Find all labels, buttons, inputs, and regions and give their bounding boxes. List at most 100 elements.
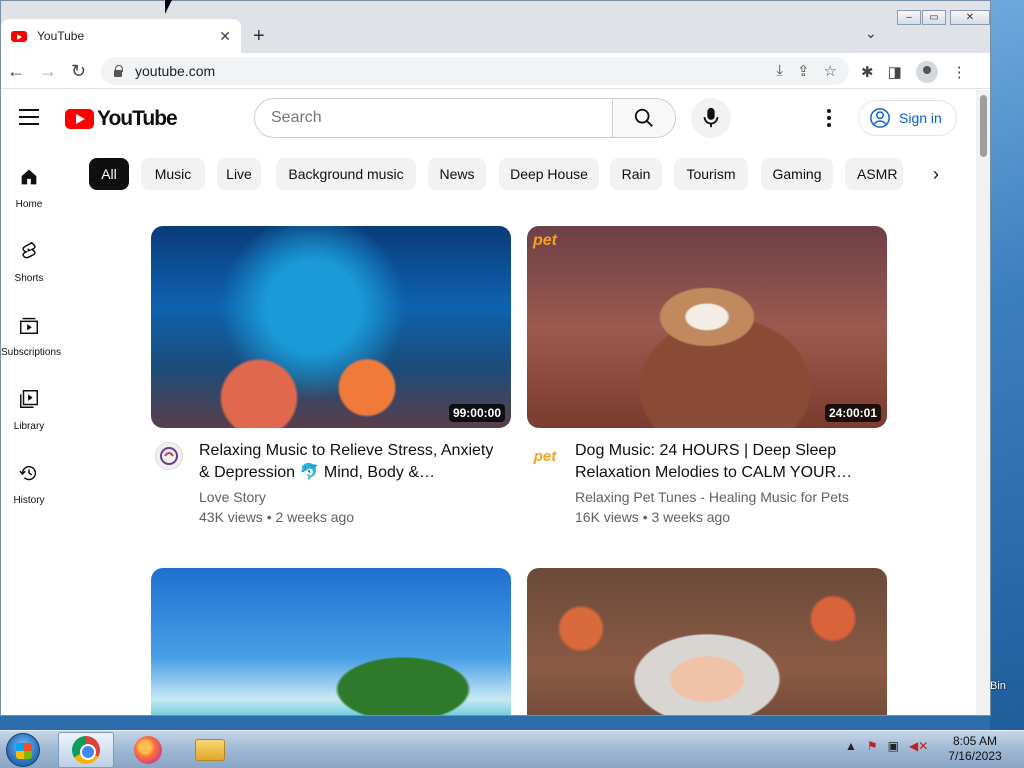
profile-avatar-icon[interactable] [915,61,938,83]
video-title[interactable]: Dog Music: 24 HOURS | Deep Sleep Relaxat… [575,440,875,484]
channel-avatar[interactable]: pet [531,442,559,470]
extensions-puzzle-icon[interactable]: ✱ [861,63,874,81]
youtube-header: YouTube Search Sign in [1,90,976,146]
tab-youtube[interactable]: YouTube ✕ [1,19,241,53]
video-card[interactable] [527,568,887,715]
search-input[interactable] [255,99,612,137]
subscriptions-icon [20,317,38,334]
reload-icon[interactable]: ↻ [71,61,86,82]
network-icon[interactable]: ▣ [888,739,899,753]
video-thumbnail[interactable] [151,568,511,715]
chip-deep-house[interactable]: Deep House [499,158,599,190]
bookmark-star-icon[interactable]: ☆ [824,62,837,80]
recycle-bin-label[interactable]: Bin [990,680,1006,692]
account-circle-icon [870,108,890,128]
guide-item-shorts[interactable]: Shorts [1,240,57,284]
volume-muted-icon[interactable]: ◀✕ [909,739,928,753]
channel-name[interactable]: Relaxing Pet Tunes - Healing Music for P… [575,489,849,505]
url-text[interactable]: youtube.com [135,63,776,79]
chrome-icon [72,736,100,764]
youtube-play-icon [65,109,94,129]
taskbar-firefox-button[interactable] [120,732,176,768]
video-card[interactable]: pet 24:00:01 pet Dog Music: 24 HOURS | D… [527,226,887,530]
page-scrollbar[interactable] [976,90,990,715]
video-thumbnail[interactable] [527,568,887,715]
tab-close-icon[interactable]: ✕ [219,28,231,45]
window-controls: – ▭ ✕ [896,10,990,25]
filter-chips-bar: All Music Live Background music News Dee… [89,158,969,190]
video-card[interactable] [151,568,511,715]
channel-name[interactable]: Love Story [199,489,266,505]
scrollbar-thumb[interactable] [980,95,987,157]
pet-watermark-logo: pet [533,232,557,249]
tab-search-chevron-icon[interactable]: ⌄ [865,25,877,42]
windows-logo-icon [16,743,32,759]
video-stats: 16K views • 3 weeks ago [575,509,731,525]
guide-item-history[interactable]: History [1,462,57,506]
lock-icon[interactable] [113,65,123,77]
chip-tourism[interactable]: Tourism [674,158,748,190]
channel-logo-icon [160,447,178,465]
search-button[interactable] [612,99,675,137]
back-arrow-icon[interactable]: ← [7,61,25,82]
browser-menu-icon[interactable]: ⋮ [952,63,967,81]
video-thumbnail[interactable]: pet 24:00:01 [527,226,887,428]
clock-date: 7/16/2023 [948,749,1002,763]
maximize-button[interactable]: ▭ [922,10,946,25]
video-card[interactable]: 99:00:00 Relaxing Music to Relieve Stres… [151,226,511,530]
folder-icon [195,739,225,761]
sign-in-label: Sign in [899,110,942,126]
chip-rain[interactable]: Rain [610,158,662,190]
address-bar[interactable]: youtube.com ⤓ ⇪ ☆ [101,57,849,85]
channel-pet-logo: pet [533,447,557,465]
show-hidden-icons-icon[interactable]: ▲ [845,739,857,753]
share-icon[interactable]: ⇪ [797,62,810,80]
action-center-flag-icon[interactable]: ⚑ [867,739,878,753]
channel-avatar[interactable] [155,442,183,470]
close-window-button[interactable]: ✕ [950,10,990,25]
start-button[interactable] [6,733,40,767]
microphone-icon [703,107,719,128]
guide-item-subscriptions[interactable]: Subscriptions [1,314,61,358]
taskbar-explorer-button[interactable] [182,732,238,768]
video-duration: 24:00:01 [824,404,881,422]
sign-in-button[interactable]: Sign in [858,100,957,136]
chip-asmr[interactable]: ASMR [845,158,903,190]
youtube-favicon-icon [11,30,27,42]
chip-live[interactable]: Live [217,158,261,190]
desktop-background [990,0,1024,730]
windows-taskbar: ▲ ⚑ ▣ ◀✕ 8:05 AM 7/16/2023 [0,730,1024,768]
voice-search-button[interactable] [691,98,731,138]
video-title[interactable]: Relaxing Music to Relieve Stress, Anxiet… [199,440,499,484]
install-app-icon[interactable]: ⤓ [776,62,783,80]
video-thumbnail[interactable]: 99:00:00 [151,226,511,428]
shorts-icon [22,241,36,259]
settings-more-icon[interactable] [819,106,839,130]
chips-next-arrow-icon[interactable]: › [933,164,939,185]
guide-item-home[interactable]: Home [1,166,57,210]
hamburger-menu-icon[interactable] [19,109,39,125]
chip-gaming[interactable]: Gaming [761,158,833,190]
clock-time: 8:05 AM [952,734,998,748]
system-clock[interactable]: 8:05 AM 7/16/2023 [940,734,1010,764]
system-tray: ▲ ⚑ ▣ ◀✕ [845,739,928,753]
minimize-button[interactable]: – [897,10,921,25]
chip-news[interactable]: News [428,158,486,190]
browser-window: YouTube ✕ + ⌄ – ▭ ✕ ← → ↻ youtube.com ⤓ … [0,0,991,716]
tab-strip: YouTube ✕ + ⌄ – ▭ ✕ [1,1,990,53]
youtube-logo[interactable]: YouTube [65,107,178,131]
mouse-cursor [165,0,172,14]
new-tab-button[interactable]: + [253,25,265,48]
youtube-logo-text: YouTube [97,107,178,130]
video-duration: 99:00:00 [448,404,505,422]
taskbar-chrome-button[interactable] [58,732,114,768]
youtube-page: YouTube Search Sign in Home Shorts Subsc… [1,90,976,715]
firefox-icon [134,736,162,764]
browser-toolbar: ← → ↻ youtube.com ⤓ ⇪ ☆ ✱ ◨ ⋮ [1,53,990,89]
chip-music[interactable]: Music [141,158,205,190]
chip-background-music[interactable]: Background music [276,158,416,190]
chip-all[interactable]: All [89,158,129,190]
side-panel-icon[interactable]: ◨ [888,63,902,81]
forward-arrow-icon[interactable]: → [39,61,57,82]
guide-item-library[interactable]: Library [1,388,57,432]
